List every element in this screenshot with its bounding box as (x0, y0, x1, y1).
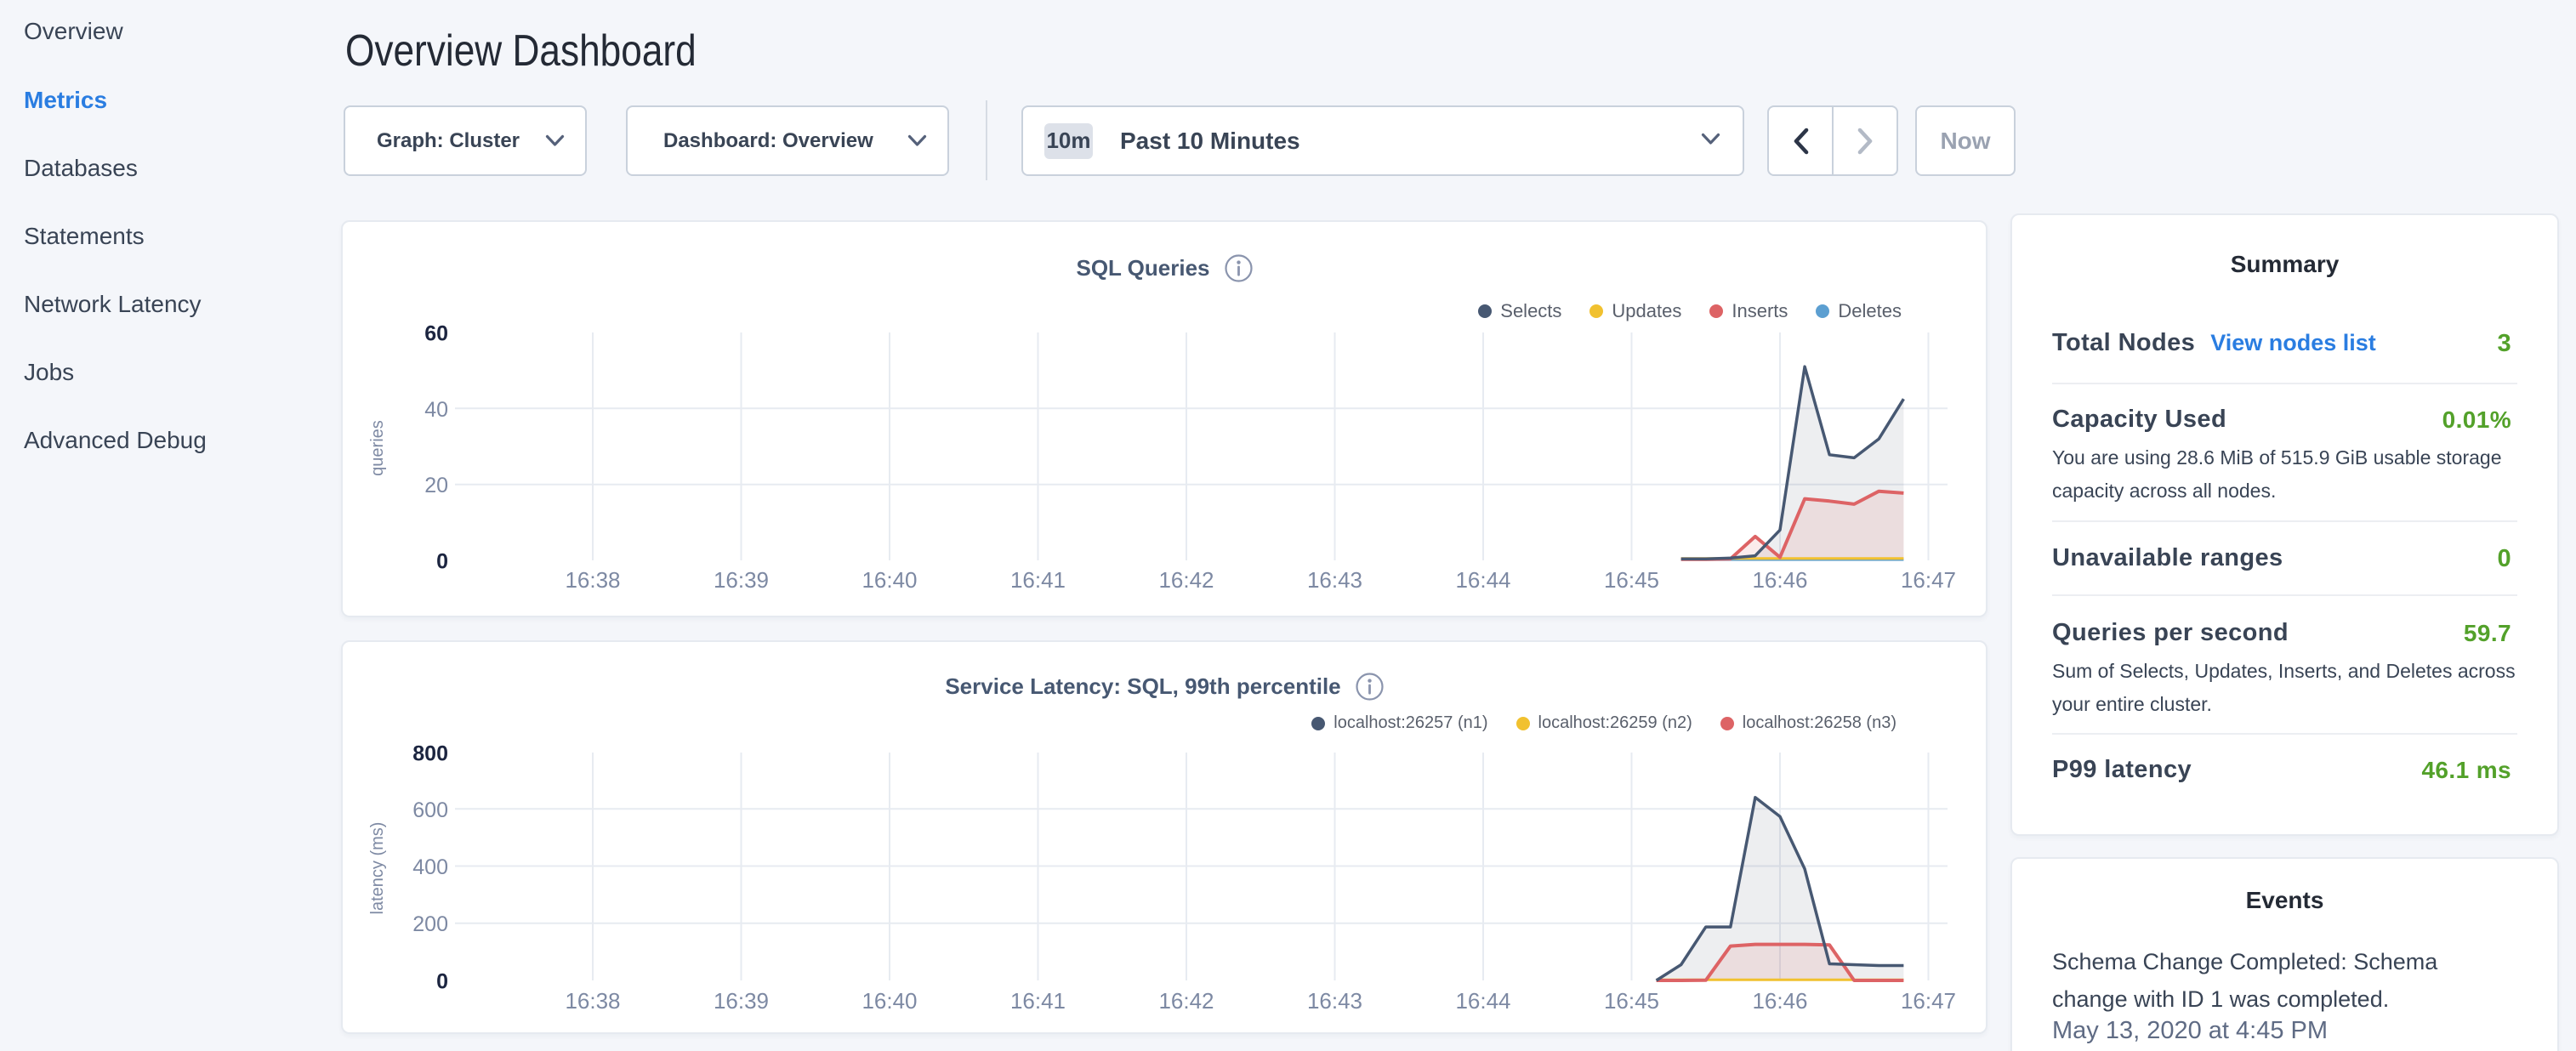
svg-text:16:41: 16:41 (1010, 988, 1066, 1014)
svg-text:latency (ms): latency (ms) (368, 822, 387, 915)
svg-text:800: 800 (412, 742, 448, 766)
svg-text:16:45: 16:45 (1604, 567, 1659, 593)
svg-text:16:40: 16:40 (862, 988, 917, 1014)
svg-text:queries: queries (368, 420, 387, 476)
svg-text:400: 400 (412, 855, 448, 879)
svg-text:16:39: 16:39 (714, 567, 769, 593)
svg-text:16:40: 16:40 (862, 567, 917, 593)
svg-text:16:44: 16:44 (1455, 567, 1510, 593)
svg-text:16:43: 16:43 (1307, 988, 1362, 1014)
svg-text:0: 0 (436, 970, 448, 994)
svg-text:16:44: 16:44 (1455, 988, 1510, 1014)
svg-text:60: 60 (424, 322, 448, 346)
svg-text:20: 20 (424, 474, 448, 497)
svg-text:40: 40 (424, 398, 448, 422)
svg-text:16:42: 16:42 (1158, 567, 1214, 593)
svg-text:16:38: 16:38 (565, 988, 620, 1014)
svg-text:16:42: 16:42 (1158, 988, 1214, 1014)
svg-text:16:45: 16:45 (1604, 988, 1659, 1014)
svg-text:600: 600 (412, 798, 448, 822)
svg-text:200: 200 (412, 912, 448, 936)
svg-text:16:39: 16:39 (714, 988, 769, 1014)
svg-text:0: 0 (436, 550, 448, 574)
svg-text:16:47: 16:47 (1901, 988, 1956, 1014)
svg-text:16:46: 16:46 (1752, 988, 1807, 1014)
svg-text:16:43: 16:43 (1307, 567, 1362, 593)
svg-text:16:47: 16:47 (1901, 567, 1956, 593)
svg-text:16:46: 16:46 (1752, 567, 1807, 593)
svg-text:16:38: 16:38 (565, 567, 620, 593)
svg-text:16:41: 16:41 (1010, 567, 1066, 593)
